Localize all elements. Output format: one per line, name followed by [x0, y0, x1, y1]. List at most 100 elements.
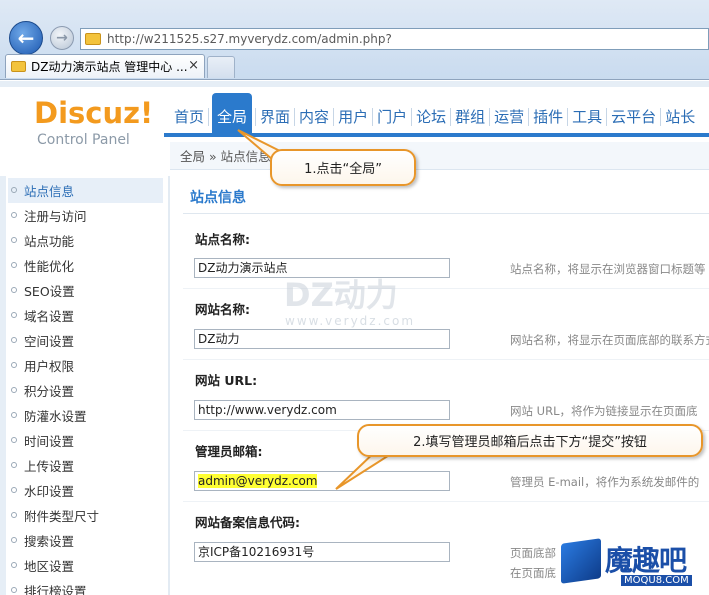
sidebar-item-label: 域名设置 [24, 309, 75, 324]
sidebar-item-label: 性能优化 [24, 259, 75, 274]
sidebar-item-2[interactable]: 站点功能 [8, 228, 163, 253]
menu-item-10[interactable]: 工具 [568, 101, 606, 133]
web-name-input[interactable]: DZ动力 [194, 329, 450, 349]
forward-button[interactable]: → [50, 26, 74, 50]
sidebar-item-12[interactable]: 水印设置 [8, 478, 163, 503]
sidebar-item-9[interactable]: 防灌水设置 [8, 403, 163, 428]
field-label-web-name: 网站名称: [195, 302, 250, 317]
sidebar-strip [0, 176, 6, 595]
moqu8-logo: 魔趣吧 MOQU8.COM [561, 537, 697, 593]
bullet-icon [11, 337, 17, 343]
sidebar-item-label: SEO设置 [24, 284, 75, 299]
callout-step1: 1.点击“全局” [270, 149, 416, 186]
watermark-logo: DZ动力 [284, 276, 398, 314]
address-url: http://w211525.s27.myverydz.com/admin.ph… [107, 32, 392, 46]
bullet-icon [11, 562, 17, 568]
bullet-icon [11, 437, 17, 443]
callout-step2: 2.填写管理员邮箱后点击下方“提交”按钮 [357, 424, 703, 457]
row-divider [183, 288, 709, 289]
menu-item-9[interactable]: 插件 [529, 101, 567, 133]
admin-email-input[interactable]: admin@verydz.com [194, 471, 450, 491]
sidebar-item-4[interactable]: SEO设置 [8, 278, 163, 303]
sidebar-item-label: 附件类型尺寸 [24, 509, 100, 524]
sidebar-list: 站点信息注册与访问站点功能性能优化 SEO设置域名设置空间设置用户权限积分设置防灌… [8, 178, 163, 595]
bullet-icon [11, 412, 17, 418]
sidebar-item-label: 时间设置 [24, 434, 75, 449]
menu-item-4[interactable]: 用户 [334, 101, 372, 133]
bullet-icon [11, 487, 17, 493]
site-favicon-icon [85, 33, 101, 45]
top-menu: 首页 全局 界面 内容 用户 门户 论坛 群组 运营 插件 工具 云平台 站长 [170, 93, 699, 133]
logo-subtitle: Control Panel [37, 132, 130, 148]
breadcrumb: 全局 » 站点信息 [170, 142, 709, 170]
icp-input[interactable]: 京ICP备10216931号 [194, 542, 450, 562]
arrow-right-icon: → [56, 30, 68, 46]
tab-title: DZ动力演示站点 管理中心 ... [31, 60, 188, 74]
sidebar-item-16[interactable]: 排行榜设置 [8, 578, 163, 595]
bullet-icon [11, 512, 17, 518]
field-label-url: 网站 URL: [195, 373, 258, 388]
tab-close-icon[interactable]: × [188, 58, 199, 73]
menu-item-12[interactable]: 站长 [661, 101, 699, 133]
menu-separator [208, 108, 210, 126]
bullet-icon [11, 237, 17, 243]
sidebar-item-10[interactable]: 时间设置 [8, 428, 163, 453]
row-divider [183, 359, 709, 360]
sidebar-divider [168, 176, 170, 595]
menu-item-6[interactable]: 论坛 [412, 101, 450, 133]
sidebar-item-label: 地区设置 [24, 559, 75, 574]
breadcrumb-text: 全局 » 站点信息 [180, 149, 271, 164]
sidebar-item-0[interactable]: 站点信息 [8, 178, 163, 203]
sidebar-item-8[interactable]: 积分设置 [8, 378, 163, 403]
menu-item-7[interactable]: 群组 [451, 101, 489, 133]
browser-tab[interactable]: DZ动力演示站点 管理中心 ... × [5, 54, 205, 78]
sidebar-item-label: 站点功能 [24, 234, 75, 249]
logo-text: Discuz [34, 96, 140, 130]
admin-email-value: admin@verydz.com [198, 474, 318, 488]
sidebar-item-1[interactable]: 注册与访问 [8, 203, 163, 228]
bullet-icon [11, 462, 17, 468]
back-button[interactable]: ← [9, 21, 43, 55]
menu-item-3[interactable]: 内容 [295, 101, 333, 133]
field-label-icp: 网站备案信息代码: [195, 515, 300, 530]
sidebar-item-label: 站点信息 [24, 184, 75, 199]
sidebar-item-label: 用户权限 [24, 359, 75, 374]
sidebar-item-13[interactable]: 附件类型尺寸 [8, 503, 163, 528]
menu-item-5[interactable]: 门户 [373, 101, 411, 133]
sidebar-item-3[interactable]: 性能优化 [8, 253, 163, 278]
page-title: 站点信息 [190, 190, 246, 206]
bullet-icon [11, 262, 17, 268]
menu-item-8[interactable]: 运营 [490, 101, 528, 133]
cube-icon [561, 538, 601, 584]
sidebar-item-11[interactable]: 上传设置 [8, 453, 163, 478]
sidebar-item-14[interactable]: 搜索设置 [8, 528, 163, 553]
discuz-logo: Discuz! [34, 96, 153, 130]
new-tab-button[interactable] [207, 56, 235, 78]
address-bar[interactable]: http://w211525.s27.myverydz.com/admin.ph… [80, 28, 709, 50]
url-input[interactable]: http://www.verydz.com [194, 400, 450, 420]
logo-excl: ! [140, 96, 154, 130]
sidebar-item-15[interactable]: 地区设置 [8, 553, 163, 578]
sidebar-item-label: 注册与访问 [24, 209, 87, 224]
sidebar-item-label: 水印设置 [24, 484, 75, 499]
bullet-icon [11, 212, 17, 218]
bullet-icon [11, 287, 17, 293]
bullet-icon [11, 387, 17, 393]
menu-item-0[interactable]: 首页 [170, 101, 208, 133]
menu-item-1[interactable]: 全局 [212, 93, 253, 133]
sidebar-item-label: 上传设置 [24, 459, 75, 474]
sidebar-item-label: 积分设置 [24, 384, 75, 399]
sidebar-item-label: 防灌水设置 [24, 409, 87, 424]
sidebar-item-7[interactable]: 用户权限 [8, 353, 163, 378]
field-label-admin-email: 管理员邮箱: [195, 444, 263, 459]
tab-favicon-icon [11, 61, 26, 72]
menu-item-11[interactable]: 云平台 [607, 101, 660, 133]
field-label-site-name: 站点名称: [195, 232, 250, 247]
sidebar-item-5[interactable]: 域名设置 [8, 303, 163, 328]
url-desc: 网站 URL，将作为链接显示在页面底 [510, 404, 698, 418]
bullet-icon [11, 362, 17, 368]
sidebar-item-6[interactable]: 空间设置 [8, 328, 163, 353]
bullet-icon [11, 312, 17, 318]
menu-item-2[interactable]: 界面 [256, 101, 294, 133]
sidebar-item-label: 搜索设置 [24, 534, 75, 549]
